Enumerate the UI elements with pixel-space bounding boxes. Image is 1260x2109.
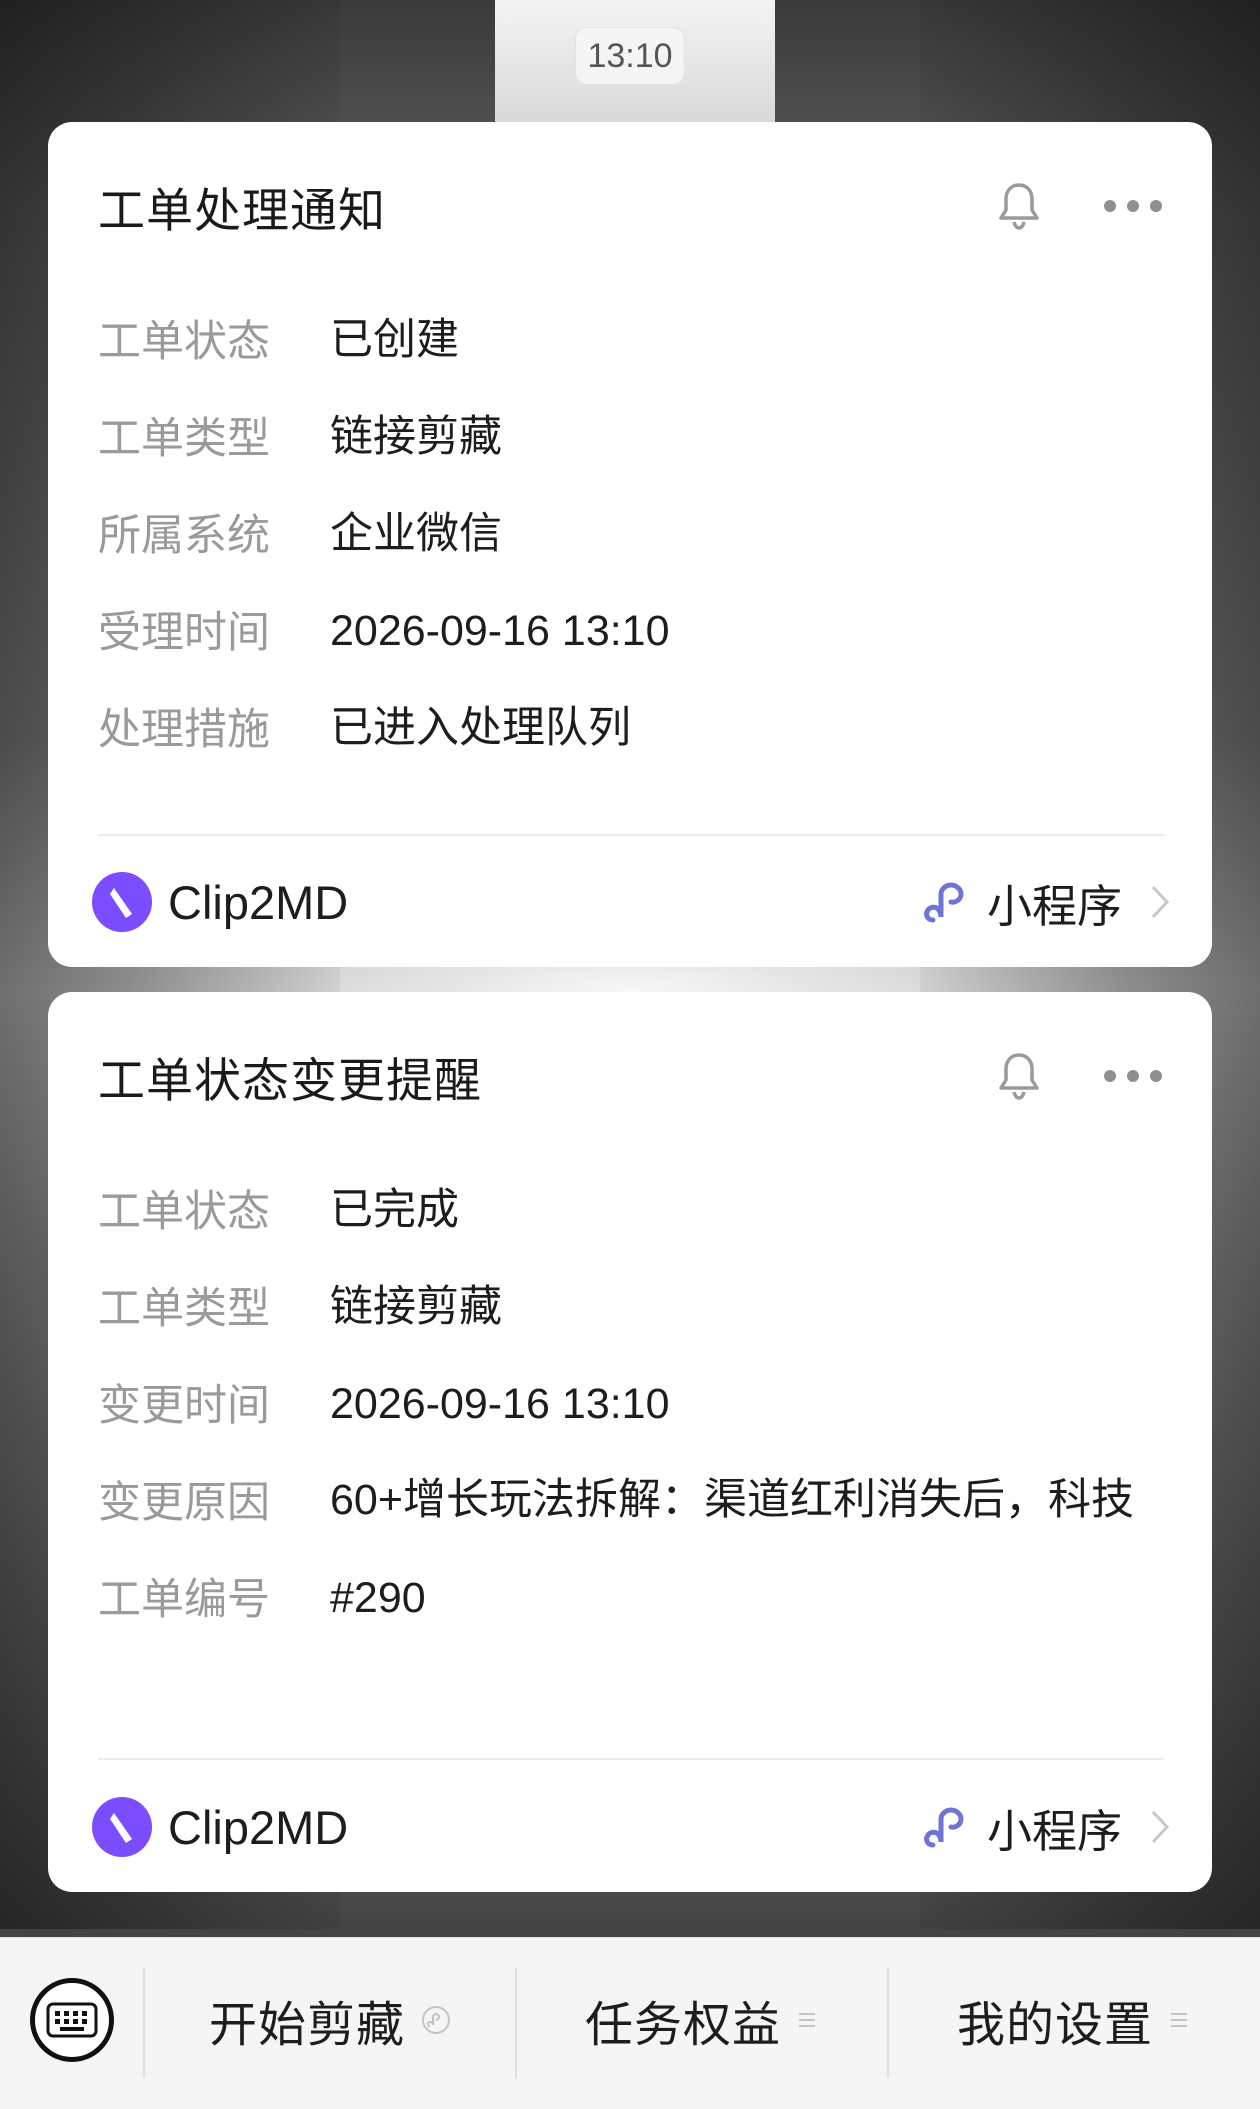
card-fields: 工单状态 已创建 工单类型 链接剪藏 所属系统 企业微信 受理时间 2026-0… (98, 312, 1172, 797)
field-row: 受理时间 2026-09-16 13:10 (98, 603, 1172, 663)
chevron-right-icon (1148, 1808, 1172, 1846)
field-label: 变更时间 (98, 1382, 270, 1430)
field-row: 工单状态 已创建 (98, 312, 1172, 372)
field-label: 工单状态 (98, 1188, 270, 1236)
card-footer[interactable]: Clip2MD 小程序 (92, 862, 1172, 942)
field-row: 所属系统 企业微信 (98, 506, 1172, 566)
keyboard-toggle-button[interactable] (30, 1978, 114, 2062)
field-label: 处理措施 (98, 706, 270, 754)
message-timestamp: 13:10 (575, 27, 685, 85)
field-row: 变更时间 2026-09-16 13:10 (98, 1376, 1172, 1436)
mini-program-label: 小程序 (986, 1805, 1122, 1857)
menu-label: 任务权益 (584, 1999, 781, 2052)
more-options-icon[interactable] (1104, 199, 1162, 213)
field-value: 企业微信 (330, 510, 502, 558)
more-options-icon[interactable] (1104, 1069, 1162, 1083)
menu-label: 开始剪藏 (208, 1999, 405, 2052)
field-row: 工单类型 链接剪藏 (98, 409, 1172, 469)
status-change-reminder-card[interactable]: 工单状态变更提醒 工单状态 已完成 工单类型 链接剪藏 变更时间 2026-09… (48, 992, 1212, 1892)
field-label: 变更原因 (98, 1479, 270, 1527)
card-fields: 工单状态 已完成 工单类型 链接剪藏 变更时间 2026-09-16 13:10… (98, 1182, 1172, 1667)
field-value: 2026-09-16 13:10 (330, 607, 670, 655)
keyboard-icon (46, 2002, 98, 2038)
card-header: 工单处理通知 (98, 174, 1162, 238)
mini-program-icon (921, 1801, 973, 1853)
card-divider (98, 1758, 1164, 1760)
card-title: 工单状态变更提醒 (98, 1053, 482, 1107)
card-header: 工单状态变更提醒 (98, 1044, 1162, 1108)
submenu-lines-icon (1169, 2010, 1191, 2030)
menu-label: 我的设置 (956, 1999, 1153, 2052)
field-value: 已进入处理队列 (330, 704, 631, 752)
field-value: 已创建 (330, 316, 459, 364)
field-label: 工单状态 (98, 318, 270, 366)
card-divider (98, 834, 1164, 836)
field-value: 已完成 (330, 1186, 459, 1234)
notification-bell-icon[interactable] (996, 1051, 1042, 1101)
clip2md-logo-icon (92, 1797, 152, 1857)
field-value: 链接剪藏 (330, 413, 502, 461)
field-label: 工单编号 (98, 1576, 270, 1624)
mini-program-icon (921, 876, 973, 928)
field-value: 2026-09-16 13:10 (330, 1380, 670, 1428)
card-footer[interactable]: Clip2MD 小程序 (92, 1787, 1172, 1867)
field-value: 60+增长玩法拆解：渠道红利消失后，科技 (330, 1476, 1134, 1524)
menu-item-my-settings[interactable]: 我的设置 (889, 1980, 1259, 2060)
clip2md-logo-icon (92, 872, 152, 932)
field-row: 变更原因 60+增长玩法拆解：渠道红利消失后，科技 (98, 1473, 1172, 1533)
chevron-right-icon (1148, 883, 1172, 921)
field-label: 工单类型 (98, 415, 270, 463)
submenu-lines-icon (797, 2010, 819, 2030)
card-title: 工单处理通知 (98, 183, 386, 237)
mini-program-icon (421, 2005, 451, 2035)
field-label: 工单类型 (98, 1285, 270, 1333)
notification-bell-icon[interactable] (996, 181, 1042, 231)
field-row: 处理措施 已进入处理队列 (98, 700, 1172, 760)
app-name: Clip2MD (168, 875, 349, 929)
mini-program-label: 小程序 (986, 880, 1122, 932)
field-label: 所属系统 (98, 512, 270, 560)
bottom-menu-bar: 开始剪藏 任务权益 我的设置 (0, 1937, 1260, 2109)
work-order-notification-card[interactable]: 工单处理通知 工单状态 已创建 工单类型 链接剪藏 所属系统 企业微信 受理时间… (48, 122, 1212, 967)
menu-item-task-benefits[interactable]: 任务权益 (517, 1980, 887, 2060)
app-name: Clip2MD (168, 1800, 349, 1854)
field-row: 工单类型 链接剪藏 (98, 1279, 1172, 1339)
field-value: #290 (330, 1574, 426, 1622)
menu-item-start-clip[interactable]: 开始剪藏 (145, 1980, 515, 2060)
field-row: 工单状态 已完成 (98, 1182, 1172, 1242)
field-label: 受理时间 (98, 609, 270, 657)
field-value: 链接剪藏 (330, 1283, 502, 1331)
field-row: 工单编号 #290 (98, 1570, 1172, 1630)
